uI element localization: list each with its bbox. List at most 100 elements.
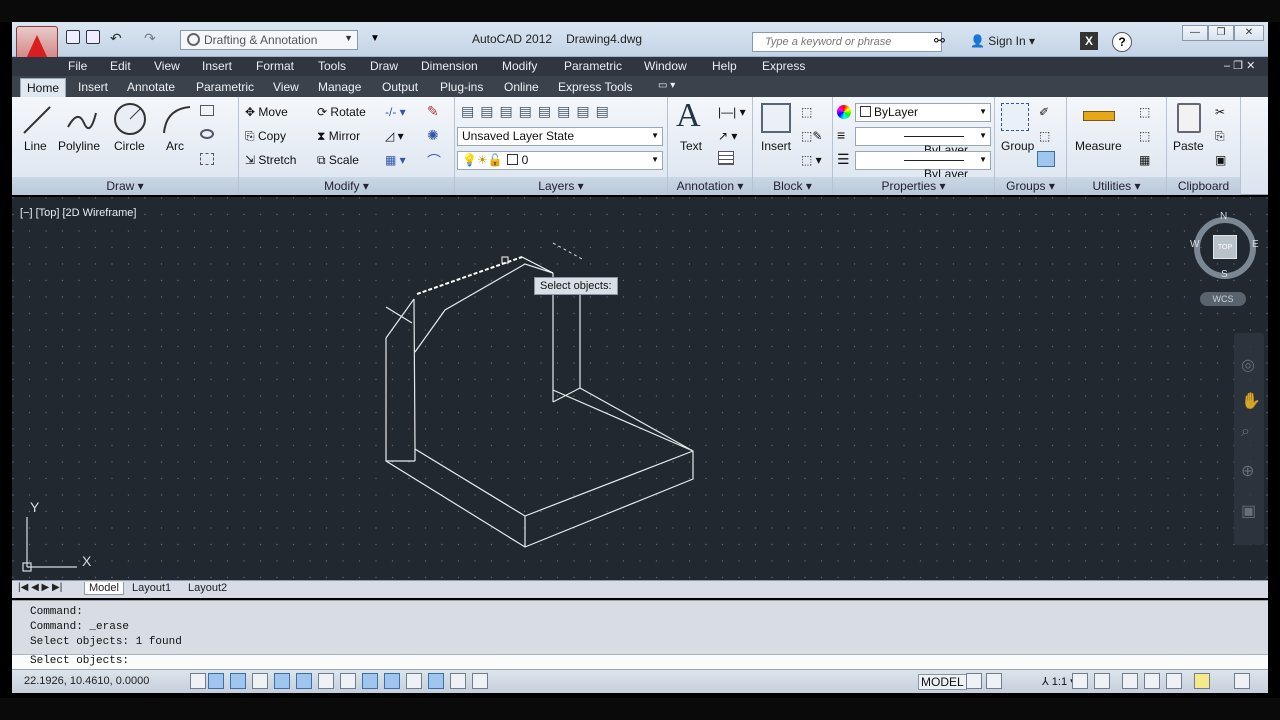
auto-scale[interactable] xyxy=(1094,673,1110,689)
stretch-button[interactable]: ⇲ Stretch xyxy=(245,153,296,167)
hatch-icon[interactable] xyxy=(200,153,214,165)
tab-parametric[interactable]: Parametric xyxy=(190,78,260,97)
grid-toggle[interactable] xyxy=(230,673,246,689)
mirror-button[interactable]: ⧗ Mirror xyxy=(317,129,360,144)
arc-button[interactable]: Arc xyxy=(166,139,184,153)
annotation-panel-title[interactable]: Annotation ▾ xyxy=(668,177,752,195)
leader-icon[interactable]: ↗ ▾ xyxy=(718,129,737,143)
create-block-icon[interactable]: ⬚ xyxy=(801,105,812,119)
attribute-icon[interactable]: ⬚ ▾ xyxy=(801,153,822,167)
rotate-button[interactable]: ⟳ Rotate xyxy=(317,105,366,119)
zoom-icon[interactable]: ⌕ xyxy=(1241,423,1250,441)
binoculars-icon[interactable]: ⚯ xyxy=(934,33,945,49)
annotation-scale[interactable]: ⅄ 1:1 ▾ xyxy=(1042,675,1076,688)
drawing-window-controls[interactable]: – ❐ ✕ xyxy=(1224,59,1255,72)
isolate-objects-lightbulb-icon[interactable] xyxy=(1194,673,1210,689)
dyn-toggle[interactable] xyxy=(384,673,400,689)
viewcube[interactable]: TOP N S E W xyxy=(1190,211,1260,281)
table-icon[interactable] xyxy=(718,151,734,165)
utilities-panel-title[interactable]: Utilities ▾ xyxy=(1067,177,1166,195)
wcs-menu[interactable]: WCS xyxy=(1200,292,1246,306)
erase-icon[interactable]: ✎ xyxy=(427,103,439,120)
block-panel-title[interactable]: Block ▾ xyxy=(753,177,832,195)
scale-button[interactable]: ⧉ Scale xyxy=(317,153,359,168)
workspace-switching-gear-icon[interactable] xyxy=(1122,673,1138,689)
calculator-icon[interactable]: ▦ xyxy=(1139,153,1150,167)
annotation-visibility[interactable] xyxy=(1072,673,1088,689)
steering-wheel-icon[interactable]: ◎ xyxy=(1241,355,1255,375)
qat-customize-button[interactable]: ▼ xyxy=(370,33,380,44)
measure-button[interactable]: Measure xyxy=(1075,139,1122,153)
sign-in-button[interactable]: 👤 Sign In ▾ xyxy=(970,34,1035,48)
qat-save[interactable] xyxy=(66,30,82,46)
exchange-icon[interactable]: X xyxy=(1080,32,1098,50)
rectangle-icon[interactable] xyxy=(200,105,214,116)
infer-constraints-toggle[interactable] xyxy=(190,673,206,689)
menu-edit[interactable]: Edit xyxy=(110,59,131,73)
insert-button[interactable]: Insert xyxy=(761,139,791,153)
text-button[interactable]: Text xyxy=(680,139,702,153)
showmotion-icon[interactable]: ▣ xyxy=(1241,501,1256,521)
layer-state-dropdown[interactable]: Unsaved Layer State ▼ xyxy=(457,127,663,146)
dimension-icon[interactable]: |—| ▾ xyxy=(718,105,746,119)
move-button[interactable]: ✥ Move xyxy=(245,105,288,119)
quick-view-drawings[interactable] xyxy=(986,673,1002,689)
draw-panel-title[interactable]: Draw ▾ xyxy=(12,177,238,195)
model-space-toggle[interactable]: MODEL xyxy=(918,674,967,690)
menu-express[interactable]: Express xyxy=(762,59,805,73)
drawing-canvas[interactable] xyxy=(12,197,1268,580)
qat-redo[interactable]: ↷ xyxy=(144,30,160,46)
menu-help[interactable]: Help xyxy=(712,59,737,73)
menu-parametric[interactable]: Parametric xyxy=(564,59,622,73)
snap-toggle[interactable] xyxy=(208,673,224,689)
circle-button[interactable]: Circle xyxy=(114,139,145,153)
group-button[interactable]: Group xyxy=(1001,139,1034,153)
ribbon-minimize-button[interactable]: ▭ ▾ xyxy=(652,78,681,97)
cut-icon[interactable]: ✂ xyxy=(1215,105,1225,119)
group-edit-icon[interactable]: ⬚ xyxy=(1039,129,1050,143)
quick-view-layouts[interactable] xyxy=(966,673,982,689)
qp-toggle[interactable] xyxy=(450,673,466,689)
properties-panel-title[interactable]: Properties ▾ xyxy=(833,177,994,195)
menu-window[interactable]: Window xyxy=(644,59,687,73)
trim-icon[interactable]: -/- ▾ xyxy=(385,105,406,119)
clipboard-panel-title[interactable]: Clipboard xyxy=(1167,177,1240,195)
clean-screen[interactable] xyxy=(1234,673,1250,689)
close-button[interactable]: ✕ xyxy=(1234,25,1264,41)
explode-icon[interactable]: ✺ xyxy=(427,127,439,144)
lwt-toggle[interactable] xyxy=(406,673,422,689)
tpy-toggle[interactable] xyxy=(428,673,444,689)
group-selection-toggle[interactable] xyxy=(1037,151,1055,167)
menu-dimension[interactable]: Dimension xyxy=(421,59,478,73)
layout-nav-arrows[interactable]: |◀ ◀ ▶ ▶| xyxy=(18,582,62,593)
viewport-controls[interactable]: [−] [Top] [2D Wireframe] xyxy=(20,207,136,219)
color-dropdown[interactable]: ByLayer ▼ xyxy=(855,103,991,122)
menu-format[interactable]: Format xyxy=(256,59,294,73)
tab-layout1[interactable]: Layout1 xyxy=(132,582,171,594)
layer-dropdown[interactable]: 💡☀🔓 0 ▼ xyxy=(457,151,663,170)
tab-model[interactable]: Model xyxy=(84,582,124,595)
workspace-dropdown[interactable]: Drafting & Annotation ▼ xyxy=(180,30,358,50)
qat-save-as[interactable] xyxy=(86,30,102,46)
help-button[interactable]: ? xyxy=(1112,32,1132,52)
array-icon[interactable]: ▦ ▾ xyxy=(385,153,406,167)
tab-view[interactable]: View xyxy=(267,78,305,97)
tab-annotate[interactable]: Annotate xyxy=(121,78,181,97)
menu-insert[interactable]: Insert xyxy=(202,59,232,73)
groups-panel-title[interactable]: Groups ▾ xyxy=(995,177,1066,195)
edit-block-icon[interactable]: ⬚✎ xyxy=(801,129,822,143)
pan-icon[interactable]: ✋ xyxy=(1241,391,1261,411)
menu-draw[interactable]: Draw xyxy=(370,59,398,73)
otrack-toggle[interactable] xyxy=(340,673,356,689)
ungroup-icon[interactable]: ✐ xyxy=(1039,105,1049,119)
ellipse-icon[interactable] xyxy=(200,129,214,139)
layer-tools-icons[interactable]: ▤▤▤▤▤▤▤▤ xyxy=(461,103,615,120)
drawing-viewport[interactable]: Y X [−] [Top] [2D Wireframe] Select obje… xyxy=(12,197,1268,580)
ducs-toggle[interactable] xyxy=(362,673,378,689)
polyline-button[interactable]: Polyline xyxy=(58,139,100,153)
ortho-toggle[interactable] xyxy=(252,673,268,689)
tab-insert[interactable]: Insert xyxy=(72,78,114,97)
minimize-button[interactable]: — xyxy=(1182,25,1208,41)
tab-home[interactable]: Home xyxy=(20,78,67,97)
modify-panel-title[interactable]: Modify ▾ xyxy=(239,177,454,195)
